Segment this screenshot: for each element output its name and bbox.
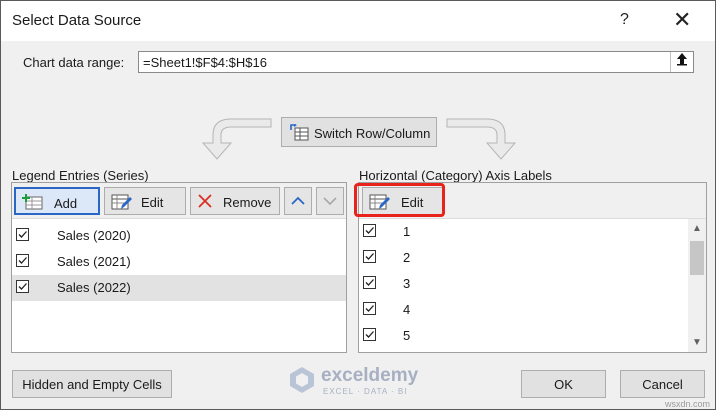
chevron-up-icon: [291, 196, 305, 205]
title-bar: Select Data Source ? ✕: [1, 1, 715, 41]
select-data-source-dialog: Select Data Source ? ✕ Chart data range:…: [0, 0, 716, 410]
checkmark-icon: [365, 331, 374, 338]
series-name: Sales (2020): [57, 228, 131, 243]
edit-highlight-annotation: [354, 183, 445, 217]
series-row-selected[interactable]: Sales (2022): [12, 275, 346, 301]
axis-labels-label: Horizontal (Category) Axis Labels: [359, 168, 552, 183]
series-checkbox[interactable]: [16, 254, 29, 267]
legend-toolbar: Add Edit Remove: [12, 183, 346, 219]
move-up-button[interactable]: [284, 187, 312, 215]
axis-label-row[interactable]: 2: [359, 245, 686, 271]
switch-row-column-icon: [290, 124, 309, 141]
scroll-down-arrow-icon[interactable]: ▼: [692, 337, 702, 348]
checkmark-icon: [365, 279, 374, 286]
series-checkbox[interactable]: [16, 280, 29, 293]
axis-label-row[interactable]: 5: [359, 323, 686, 349]
axis-label-checkbox[interactable]: [363, 276, 376, 289]
remove-series-button[interactable]: Remove: [190, 187, 280, 215]
axis-label-checkbox[interactable]: [363, 250, 376, 263]
series-row[interactable]: Sales (2020): [12, 223, 346, 249]
exceldemy-logo-icon: [290, 367, 314, 393]
chart-data-range-label: Chart data range:: [23, 55, 125, 70]
remove-series-label: Remove: [223, 195, 272, 210]
chevron-down-icon: [323, 197, 337, 206]
checkmark-icon: [18, 283, 27, 290]
watermark-tagline: EXCEL · DATA · BI: [323, 387, 408, 396]
ok-label: OK: [554, 377, 573, 392]
edit-series-label: Edit: [141, 195, 164, 210]
axis-label-value: 3: [403, 276, 411, 291]
watermark-name: exceldemy: [321, 365, 419, 386]
upload-arrow-icon: [677, 53, 687, 66]
curved-arrow-right-icon: [446, 118, 517, 160]
switch-row-column-label: Switch Row/Column: [314, 126, 431, 141]
series-name: Sales (2021): [57, 254, 131, 269]
legend-entries-label: Legend Entries (Series): [12, 168, 149, 183]
axis-label-value: 2: [403, 250, 411, 265]
axis-label-value: 4: [403, 302, 411, 317]
add-series-button[interactable]: Add: [14, 187, 100, 215]
edit-table-icon: [111, 194, 132, 210]
checkmark-icon: [365, 253, 374, 260]
axis-label-row[interactable]: 3: [359, 271, 686, 297]
axis-label-checkbox[interactable]: [363, 224, 376, 237]
hidden-empty-cells-label: Hidden and Empty Cells: [22, 377, 162, 392]
exceldemy-watermark: exceldemy EXCEL · DATA · BI: [287, 363, 437, 399]
axis-label-checkbox[interactable]: [363, 328, 376, 341]
switch-row-column-button[interactable]: Switch Row/Column: [281, 117, 437, 147]
series-checkbox[interactable]: [16, 228, 29, 241]
add-table-icon: [22, 194, 43, 210]
close-button[interactable]: ✕: [673, 7, 691, 33]
checkmark-icon: [365, 227, 374, 234]
checkmark-icon: [18, 257, 27, 264]
axis-label-checkbox[interactable]: [363, 302, 376, 315]
axis-list-scrollbar[interactable]: ▲ ▼: [688, 219, 706, 352]
add-series-label: Add: [54, 196, 78, 211]
edit-series-button[interactable]: Edit: [104, 187, 186, 215]
curved-arrow-left-icon: [201, 118, 272, 160]
axis-label-value: 5: [403, 328, 411, 343]
legend-entries-panel: Add Edit Remove Sales (2020) Sales (2021…: [11, 182, 347, 353]
series-row[interactable]: Sales (2021): [12, 249, 346, 275]
checkmark-icon: [365, 305, 374, 312]
ok-button[interactable]: OK: [521, 370, 606, 398]
series-name: Sales (2022): [57, 280, 131, 295]
move-down-button[interactable]: [316, 187, 344, 215]
checkmark-icon: [18, 231, 27, 238]
dialog-title: Select Data Source: [12, 12, 142, 29]
chart-data-range-input[interactable]: =Sheet1!$F$4:$H$16: [138, 51, 694, 73]
hidden-empty-cells-button[interactable]: Hidden and Empty Cells: [12, 370, 172, 398]
axis-label-row[interactable]: 1: [359, 219, 686, 245]
cancel-button[interactable]: Cancel: [620, 370, 705, 398]
cancel-label: Cancel: [642, 377, 683, 392]
axis-labels-list: 1 2 3 4 5: [359, 219, 686, 352]
site-watermark: wsxdn.com: [665, 399, 711, 409]
help-button[interactable]: ?: [620, 11, 629, 29]
scrollbar-thumb[interactable]: [690, 241, 704, 275]
axis-label-value: 1: [403, 224, 411, 239]
axis-label-row[interactable]: 4: [359, 297, 686, 323]
scroll-up-arrow-icon[interactable]: ▲: [692, 223, 702, 234]
remove-x-icon: [198, 194, 212, 208]
collapse-dialog-button[interactable]: [670, 52, 693, 72]
chart-data-range-value[interactable]: =Sheet1!$F$4:$H$16: [143, 55, 267, 70]
